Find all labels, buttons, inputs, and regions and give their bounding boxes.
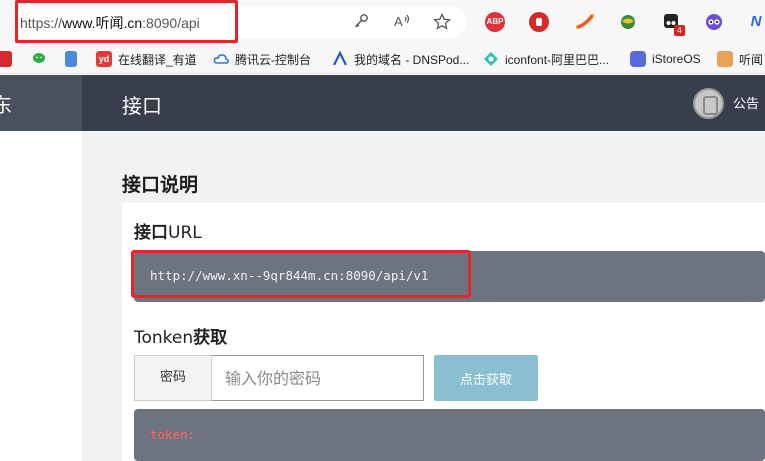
site-header: 东 接口 公告 — [0, 75, 765, 131]
bookmark-iconfont[interactable]: iconfont-阿里巴巴... — [483, 49, 609, 69]
owl-extension-icon[interactable] — [704, 12, 724, 32]
brand-name: 东 — [0, 93, 12, 117]
bookmark-item[interactable] — [32, 49, 54, 69]
tingwen-icon — [717, 51, 733, 67]
section-title: 接口说明 — [122, 174, 199, 196]
bookmark-dnspod[interactable]: 我的域名 - DNSPod... — [332, 49, 469, 69]
notice-link[interactable]: 公告 — [733, 93, 759, 112]
bookmark-tingwen[interactable]: 听闻 — [717, 49, 763, 69]
adblock-plus-icon[interactable]: ABP — [485, 12, 505, 32]
token-output-block: token: — [134, 409, 765, 461]
youdao-glyph: yd — [98, 54, 110, 64]
extension-badge: 4 — [674, 25, 685, 36]
get-token-button[interactable]: 点击获取 — [434, 355, 538, 401]
iconfont-icon — [483, 51, 499, 67]
dnspod-icon — [332, 50, 348, 67]
token-label-cn: 获取 — [193, 328, 228, 348]
token-label-en: Tonken — [134, 328, 194, 348]
api-url-label-cn: 接口 — [134, 223, 168, 243]
api-url-label: 接口URL — [134, 218, 202, 243]
page-title: 接口 — [122, 94, 162, 118]
bookmark-youdao[interactable]: yd 在线翻译_有道 — [96, 49, 197, 69]
bookmark-label: 我的域名 - DNSPod... — [354, 52, 470, 67]
bookmark-item[interactable] — [65, 49, 83, 69]
bookmark-tencent-cloud[interactable]: 腾讯云-控制台 — [213, 49, 311, 69]
key-icon[interactable] — [353, 13, 369, 33]
token-section-label: Tonken获取 — [134, 323, 227, 348]
globe-extension-icon[interactable] — [618, 12, 638, 32]
bookmark-istoreos[interactable]: iStoreOS — [630, 49, 701, 69]
youdao-icon: yd — [96, 51, 112, 67]
brush-extension-icon[interactable] — [575, 12, 595, 32]
mobile-bookmark-icon — [65, 51, 77, 67]
bookmark-label: 听闻 — [739, 52, 764, 67]
seal-bookmark-icon — [0, 51, 12, 67]
abp-label: ABP — [486, 17, 504, 26]
n-extension-icon[interactable]: N — [746, 12, 765, 32]
bookmark-label: 在线翻译_有道 — [118, 52, 197, 67]
bookmarks-bar: yd 在线翻译_有道 腾讯云-控制台 我的域名 - DNSPod... icon… — [0, 44, 765, 74]
ublock-icon[interactable] — [529, 12, 549, 32]
n-ext-label: N — [750, 13, 762, 30]
bookmark-item[interactable] — [0, 49, 18, 69]
api-url-label-en: URL — [168, 223, 202, 243]
istoreos-icon — [630, 51, 646, 67]
brand-area[interactable]: 东 — [0, 75, 82, 131]
password-label: 密码 — [134, 355, 212, 401]
token-output-label: token: — [150, 427, 196, 442]
password-input[interactable] — [212, 355, 424, 401]
read-aloud-icon[interactable]: A — [393, 13, 411, 33]
url-highlight-box — [15, 0, 238, 43]
svg-text:A: A — [394, 14, 403, 29]
favorite-star-icon[interactable] — [433, 12, 451, 35]
tencent-cloud-icon — [213, 51, 229, 67]
bookmark-label: 腾讯云-控制台 — [235, 52, 311, 67]
side-panel — [0, 131, 82, 461]
api-url-highlight-box — [131, 250, 471, 298]
bookmark-label: iStoreOS — [652, 52, 701, 66]
avatar[interactable] — [693, 88, 724, 119]
bookmark-label: iconfont-阿里巴巴... — [505, 52, 610, 67]
browser-edge-glyph: ) — [0, 14, 1, 29]
wechat-icon — [32, 51, 48, 67]
browser-address-row: ) https://www.听闻.cn:8090/api A ABP 4 N — [0, 0, 765, 44]
